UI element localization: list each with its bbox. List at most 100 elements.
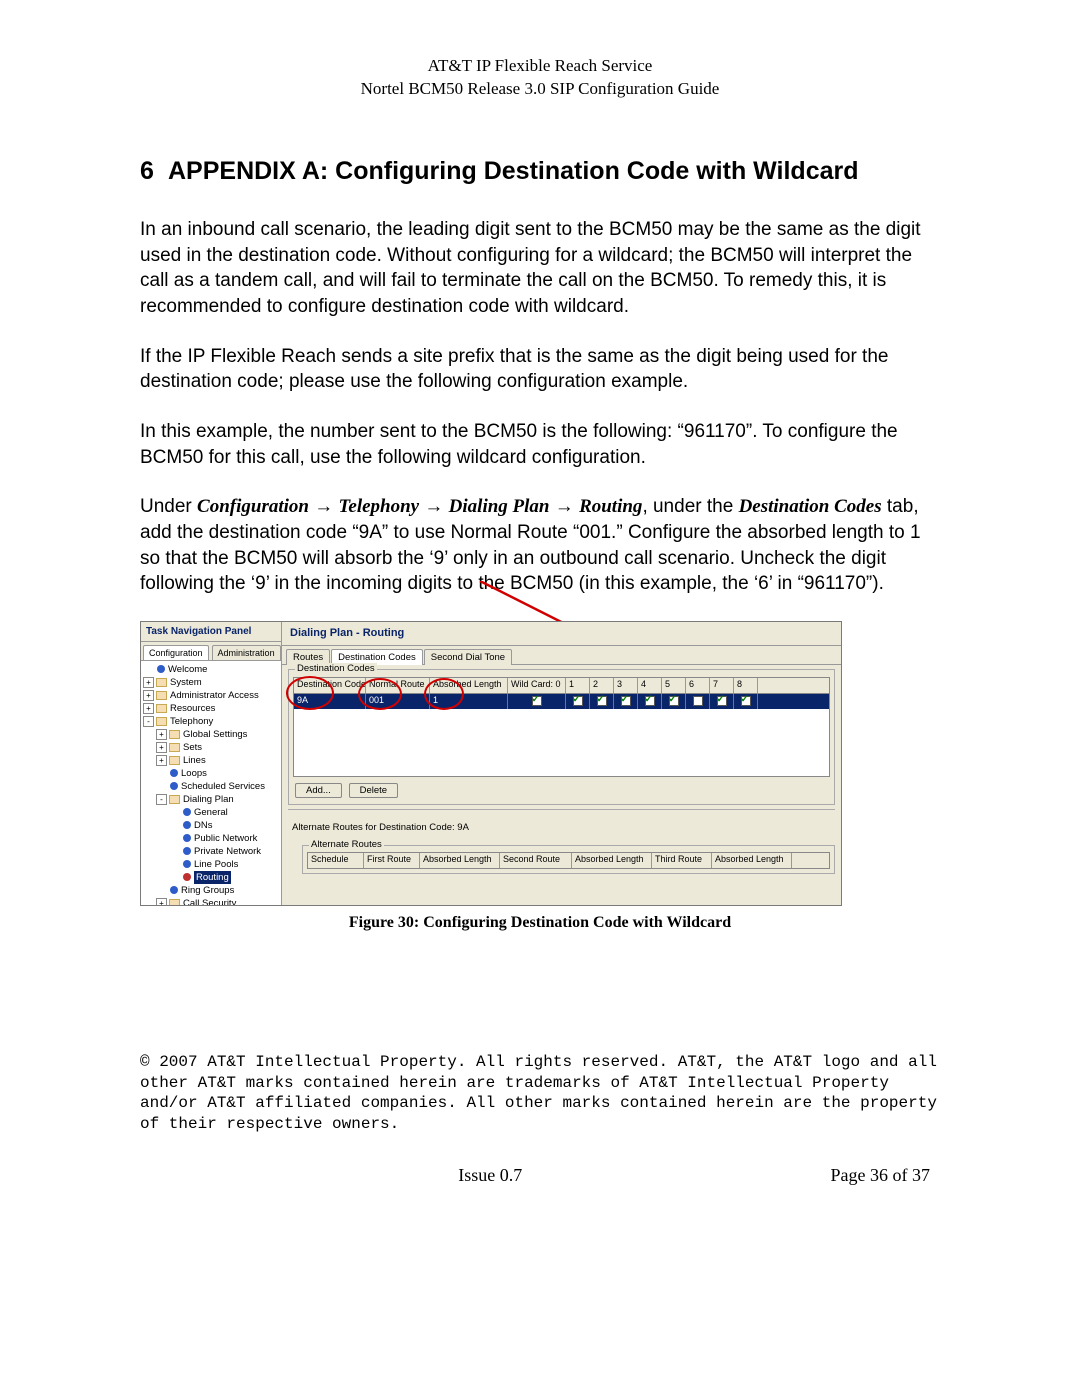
cell-digit-8[interactable] bbox=[734, 694, 758, 709]
dest-codes-grid[interactable]: Destination Code Normal Route Absorbed L… bbox=[293, 677, 830, 777]
collapse-icon[interactable]: - bbox=[143, 716, 154, 727]
col-abs1[interactable]: Absorbed Length bbox=[420, 853, 500, 868]
tree-telephony[interactable]: Telephony bbox=[170, 715, 213, 728]
col-digit-5[interactable]: 5 bbox=[662, 678, 686, 693]
tree-welcome[interactable]: Welcome bbox=[168, 663, 207, 676]
tree-global[interactable]: Global Settings bbox=[183, 728, 247, 741]
page-footer: Issue 0.7 Page 36 of 37 bbox=[140, 1165, 940, 1186]
alt-routes-grid-header[interactable]: Schedule First Route Absorbed Length Sec… bbox=[307, 852, 830, 869]
tree-dns[interactable]: DNs bbox=[194, 819, 212, 832]
checkbox-icon[interactable] bbox=[621, 696, 631, 706]
col-digit-3[interactable]: 3 bbox=[614, 678, 638, 693]
col-digit-8[interactable]: 8 bbox=[734, 678, 758, 693]
main-panel: Dialing Plan - Routing Routes Destinatio… bbox=[282, 622, 841, 905]
tree-system[interactable]: System bbox=[170, 676, 202, 689]
doc-header: AT&T IP Flexible Reach Service Nortel BC… bbox=[140, 55, 940, 101]
tree-loops[interactable]: Loops bbox=[181, 767, 207, 780]
tree-privnet[interactable]: Private Network bbox=[194, 845, 261, 858]
folder-icon bbox=[169, 756, 180, 765]
tree-ring[interactable]: Ring Groups bbox=[181, 884, 234, 897]
nav-tab-administration[interactable]: Administration bbox=[212, 645, 281, 660]
checkbox-icon[interactable] bbox=[573, 696, 583, 706]
tree-dialing[interactable]: Dialing Plan bbox=[183, 793, 234, 806]
checkbox-icon[interactable] bbox=[532, 696, 542, 706]
checkbox-icon[interactable] bbox=[669, 696, 679, 706]
cell-digit-1[interactable] bbox=[566, 694, 590, 709]
tree-routing[interactable]: Routing bbox=[194, 871, 231, 884]
paragraph-3: In this example, the number sent to the … bbox=[140, 419, 940, 470]
arrow-icon: → bbox=[555, 496, 579, 517]
add-button[interactable]: Add... bbox=[295, 783, 342, 798]
checkbox-icon[interactable] bbox=[717, 696, 727, 706]
expand-icon[interactable]: + bbox=[143, 690, 154, 701]
checkbox-icon[interactable] bbox=[741, 696, 751, 706]
col-normal-route[interactable]: Normal Route bbox=[366, 678, 430, 693]
heading-number: 6 bbox=[140, 156, 168, 187]
cell-digit-5[interactable] bbox=[662, 694, 686, 709]
expand-icon[interactable]: + bbox=[156, 898, 167, 905]
folder-icon bbox=[156, 691, 167, 700]
col-abs2[interactable]: Absorbed Length bbox=[572, 853, 652, 868]
nav-tree[interactable]: Welcome + System + Administrator Access + R… bbox=[141, 661, 281, 905]
delete-button[interactable]: Delete bbox=[349, 783, 398, 798]
tree-resources[interactable]: Resources bbox=[170, 702, 215, 715]
cell-digit-6[interactable] bbox=[686, 694, 710, 709]
col-schedule[interactable]: Schedule bbox=[308, 853, 364, 868]
col-abs-length[interactable]: Absorbed Length bbox=[430, 678, 508, 693]
main-tab-second-dial[interactable]: Second Dial Tone bbox=[424, 649, 512, 665]
col-digit-2[interactable]: 2 bbox=[590, 678, 614, 693]
expand-icon[interactable]: + bbox=[156, 742, 167, 753]
checkbox-icon[interactable] bbox=[597, 696, 607, 706]
expand-icon[interactable]: + bbox=[143, 703, 154, 714]
figure-caption: Figure 30: Configuring Destination Code … bbox=[140, 914, 940, 932]
nav-panel-title: Task Navigation Panel bbox=[141, 622, 281, 642]
col-first-route[interactable]: First Route bbox=[364, 853, 420, 868]
cell-dest-code[interactable]: 9A bbox=[294, 694, 366, 709]
tree-callsec[interactable]: Call Security bbox=[183, 897, 236, 905]
tree-sets[interactable]: Sets bbox=[183, 741, 202, 754]
col-digit-1[interactable]: 1 bbox=[566, 678, 590, 693]
tree-pubnet[interactable]: Public Network bbox=[194, 832, 257, 845]
expand-icon[interactable]: + bbox=[156, 755, 167, 766]
cell-wildcard-0[interactable] bbox=[508, 694, 566, 709]
expand-icon[interactable]: + bbox=[156, 729, 167, 740]
alt-routes-group: Alternate Routes Schedule First Route Ab… bbox=[302, 845, 835, 874]
col-digit-6[interactable]: 6 bbox=[686, 678, 710, 693]
col-third-route[interactable]: Third Route bbox=[652, 853, 712, 868]
tree-admin[interactable]: Administrator Access bbox=[170, 689, 259, 702]
paragraph-4: Under Configuration → Telephony → Dialin… bbox=[140, 494, 940, 597]
col-second-route[interactable]: Second Route bbox=[500, 853, 572, 868]
dest-codes-legend: Destination Codes bbox=[295, 663, 377, 674]
tree-general[interactable]: General bbox=[194, 806, 228, 819]
cell-digit-2[interactable] bbox=[590, 694, 614, 709]
folder-icon bbox=[156, 678, 167, 687]
dest-code-row[interactable]: 9A 001 1 bbox=[294, 694, 829, 709]
checkbox-icon[interactable] bbox=[693, 696, 703, 706]
cell-normal-route[interactable]: 001 bbox=[366, 694, 430, 709]
cell-digit-3[interactable] bbox=[614, 694, 638, 709]
copyright-text: © 2007 AT&T Intellectual Property. All r… bbox=[140, 1052, 940, 1135]
col-digit-4[interactable]: 4 bbox=[638, 678, 662, 693]
cell-abs-length[interactable]: 1 bbox=[430, 694, 508, 709]
collapse-icon[interactable]: - bbox=[156, 794, 167, 805]
tree-lines[interactable]: Lines bbox=[183, 754, 206, 767]
col-abs3[interactable]: Absorbed Length bbox=[712, 853, 792, 868]
folder-icon bbox=[156, 704, 167, 713]
checkbox-icon[interactable] bbox=[645, 696, 655, 706]
col-digit-7[interactable]: 7 bbox=[710, 678, 734, 693]
cell-digit-7[interactable] bbox=[710, 694, 734, 709]
nav-dialing: Dialing Plan bbox=[449, 496, 550, 517]
nav-dc-tab: Destination Codes bbox=[739, 496, 882, 517]
expand-icon[interactable]: + bbox=[143, 677, 154, 688]
cell-digit-4[interactable] bbox=[638, 694, 662, 709]
issue-label: Issue 0.7 bbox=[458, 1165, 522, 1186]
col-dest-code[interactable]: Destination Code bbox=[294, 678, 366, 693]
tree-linepools[interactable]: Line Pools bbox=[194, 858, 238, 871]
p4-under: Under bbox=[140, 496, 197, 517]
paragraph-2: If the IP Flexible Reach sends a site pr… bbox=[140, 344, 940, 395]
folder-icon bbox=[169, 899, 180, 905]
tree-sched[interactable]: Scheduled Services bbox=[181, 780, 265, 793]
col-wildcard[interactable]: Wild Card: 0 bbox=[508, 678, 566, 693]
nav-tab-configuration[interactable]: Configuration bbox=[143, 645, 209, 660]
folder-icon bbox=[169, 730, 180, 739]
